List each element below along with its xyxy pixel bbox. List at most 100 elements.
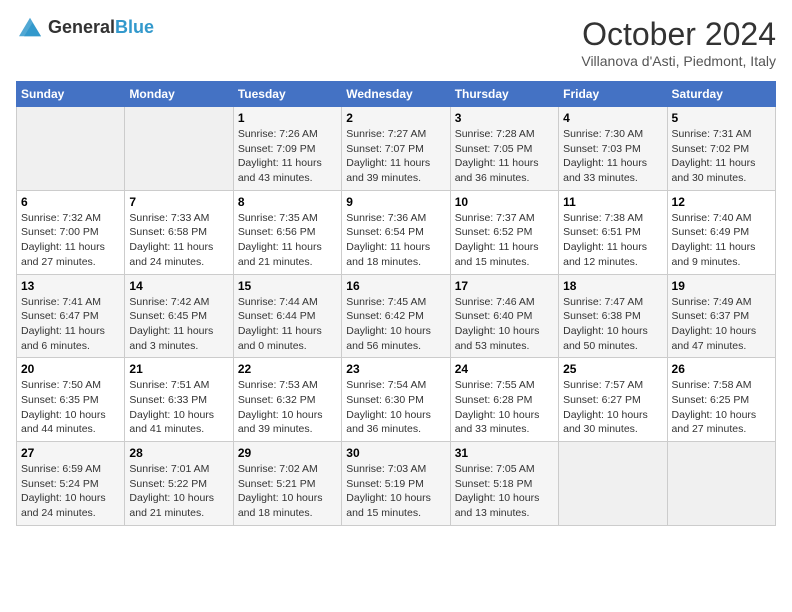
day-number: 2 [346, 111, 445, 125]
cell-text: Sunrise: 7:44 AMSunset: 6:44 PMDaylight:… [238, 296, 322, 352]
calendar-cell: 17 Sunrise: 7:46 AMSunset: 6:40 PMDayligh… [450, 274, 558, 358]
day-number: 12 [672, 195, 771, 209]
col-header-tuesday: Tuesday [233, 82, 341, 107]
day-number: 19 [672, 279, 771, 293]
header-row: SundayMondayTuesdayWednesdayThursdayFrid… [17, 82, 776, 107]
day-number: 15 [238, 279, 337, 293]
calendar-cell: 8 Sunrise: 7:35 AMSunset: 6:56 PMDaylight… [233, 190, 341, 274]
cell-text: Sunrise: 7:40 AMSunset: 6:49 PMDaylight:… [672, 212, 756, 268]
calendar-cell: 11 Sunrise: 7:38 AMSunset: 6:51 PMDayligh… [559, 190, 667, 274]
title-block: October 2024 Villanova d'Asti, Piedmont,… [581, 16, 776, 69]
cell-text: Sunrise: 7:53 AMSunset: 6:32 PMDaylight:… [238, 379, 323, 435]
calendar-cell: 15 Sunrise: 7:44 AMSunset: 6:44 PMDayligh… [233, 274, 341, 358]
day-number: 26 [672, 362, 771, 376]
day-number: 4 [563, 111, 662, 125]
calendar-cell: 27 Sunrise: 6:59 AMSunset: 5:24 PMDayligh… [17, 442, 125, 526]
cell-text: Sunrise: 7:49 AMSunset: 6:37 PMDaylight:… [672, 296, 757, 352]
day-number: 16 [346, 279, 445, 293]
day-number: 1 [238, 111, 337, 125]
day-number: 9 [346, 195, 445, 209]
day-number: 13 [21, 279, 120, 293]
calendar-cell: 7Sunrise: 7:33 AMSunset: 6:58 PMDaylight… [125, 190, 233, 274]
week-row-1: 1 Sunrise: 7:26 AMSunset: 7:09 PMDaylight… [17, 107, 776, 191]
week-row-4: 20Sunrise: 7:50 AMSunset: 6:35 PMDayligh… [17, 358, 776, 442]
cell-text: Sunrise: 7:37 AMSunset: 6:52 PMDaylight:… [455, 212, 539, 268]
cell-text: Sunrise: 7:27 AMSunset: 7:07 PMDaylight:… [346, 128, 430, 184]
day-number: 29 [238, 446, 337, 460]
cell-text: Sunrise: 7:28 AMSunset: 7:05 PMDaylight:… [455, 128, 539, 184]
calendar-cell: 10 Sunrise: 7:37 AMSunset: 6:52 PMDayligh… [450, 190, 558, 274]
logo-icon [16, 16, 44, 38]
col-header-saturday: Saturday [667, 82, 775, 107]
cell-text: Sunrise: 7:47 AMSunset: 6:38 PMDaylight:… [563, 296, 648, 352]
col-header-friday: Friday [559, 82, 667, 107]
calendar-cell [559, 442, 667, 526]
day-number: 5 [672, 111, 771, 125]
day-number: 3 [455, 111, 554, 125]
cell-text: Sunrise: 7:36 AMSunset: 6:54 PMDaylight:… [346, 212, 430, 268]
calendar-cell: 2 Sunrise: 7:27 AMSunset: 7:07 PMDaylight… [342, 107, 450, 191]
day-number: 6 [21, 195, 120, 209]
cell-text: Sunrise: 7:26 AMSunset: 7:09 PMDaylight:… [238, 128, 322, 184]
day-number: 27 [21, 446, 120, 460]
calendar-cell [667, 442, 775, 526]
calendar-cell: 13Sunrise: 7:41 AMSunset: 6:47 PMDayligh… [17, 274, 125, 358]
calendar-cell: 19 Sunrise: 7:49 AMSunset: 6:37 PMDayligh… [667, 274, 775, 358]
cell-text: Sunrise: 7:32 AMSunset: 7:00 PMDaylight:… [21, 212, 105, 268]
col-header-thursday: Thursday [450, 82, 558, 107]
calendar-cell: 30Sunrise: 7:03 AMSunset: 5:19 PMDayligh… [342, 442, 450, 526]
week-row-2: 6 Sunrise: 7:32 AMSunset: 7:00 PMDaylight… [17, 190, 776, 274]
col-header-wednesday: Wednesday [342, 82, 450, 107]
day-number: 8 [238, 195, 337, 209]
cell-text: Sunrise: 6:59 AMSunset: 5:24 PMDaylight:… [21, 463, 106, 519]
day-number: 10 [455, 195, 554, 209]
day-number: 23 [346, 362, 445, 376]
calendar-table: SundayMondayTuesdayWednesdayThursdayFrid… [16, 81, 776, 526]
day-number: 11 [563, 195, 662, 209]
cell-text: Sunrise: 7:31 AMSunset: 7:02 PMDaylight:… [672, 128, 756, 184]
cell-text: Sunrise: 7:02 AMSunset: 5:21 PMDaylight:… [238, 463, 323, 519]
day-number: 17 [455, 279, 554, 293]
calendar-cell: 9 Sunrise: 7:36 AMSunset: 6:54 PMDaylight… [342, 190, 450, 274]
calendar-cell: 18Sunrise: 7:47 AMSunset: 6:38 PMDayligh… [559, 274, 667, 358]
calendar-cell: 26Sunrise: 7:58 AMSunset: 6:25 PMDayligh… [667, 358, 775, 442]
day-number: 7 [129, 195, 228, 209]
calendar-cell: 12 Sunrise: 7:40 AMSunset: 6:49 PMDayligh… [667, 190, 775, 274]
calendar-cell: 21 Sunrise: 7:51 AMSunset: 6:33 PMDayligh… [125, 358, 233, 442]
cell-text: Sunrise: 7:01 AMSunset: 5:22 PMDaylight:… [129, 463, 214, 519]
calendar-cell: 14 Sunrise: 7:42 AMSunset: 6:45 PMDayligh… [125, 274, 233, 358]
calendar-cell: 23 Sunrise: 7:54 AMSunset: 6:30 PMDayligh… [342, 358, 450, 442]
cell-text: Sunrise: 7:46 AMSunset: 6:40 PMDaylight:… [455, 296, 540, 352]
calendar-cell: 20Sunrise: 7:50 AMSunset: 6:35 PMDayligh… [17, 358, 125, 442]
calendar-cell: 6 Sunrise: 7:32 AMSunset: 7:00 PMDaylight… [17, 190, 125, 274]
col-header-sunday: Sunday [17, 82, 125, 107]
cell-text: Sunrise: 7:51 AMSunset: 6:33 PMDaylight:… [129, 379, 214, 435]
cell-text: Sunrise: 7:54 AMSunset: 6:30 PMDaylight:… [346, 379, 431, 435]
cell-text: Sunrise: 7:55 AMSunset: 6:28 PMDaylight:… [455, 379, 540, 435]
day-number: 14 [129, 279, 228, 293]
calendar-cell [125, 107, 233, 191]
calendar-cell: 22 Sunrise: 7:53 AMSunset: 6:32 PMDayligh… [233, 358, 341, 442]
day-number: 25 [563, 362, 662, 376]
day-number: 31 [455, 446, 554, 460]
cell-text: Sunrise: 7:57 AMSunset: 6:27 PMDaylight:… [563, 379, 648, 435]
cell-text: Sunrise: 7:38 AMSunset: 6:51 PMDaylight:… [563, 212, 647, 268]
col-header-monday: Monday [125, 82, 233, 107]
calendar-cell: 29 Sunrise: 7:02 AMSunset: 5:21 PMDayligh… [233, 442, 341, 526]
cell-text: Sunrise: 7:35 AMSunset: 6:56 PMDaylight:… [238, 212, 322, 268]
day-number: 22 [238, 362, 337, 376]
logo-blue: Blue [115, 17, 154, 37]
logo: GeneralBlue [16, 16, 154, 38]
week-row-5: 27 Sunrise: 6:59 AMSunset: 5:24 PMDayligh… [17, 442, 776, 526]
day-number: 28 [129, 446, 228, 460]
cell-text: Sunrise: 7:42 AMSunset: 6:45 PMDaylight:… [129, 296, 213, 352]
cell-text: Sunrise: 7:05 AMSunset: 5:18 PMDaylight:… [455, 463, 540, 519]
day-number: 21 [129, 362, 228, 376]
cell-text: Sunrise: 7:03 AMSunset: 5:19 PMDaylight:… [346, 463, 431, 519]
calendar-cell: 16Sunrise: 7:45 AMSunset: 6:42 PMDayligh… [342, 274, 450, 358]
week-row-3: 13Sunrise: 7:41 AMSunset: 6:47 PMDayligh… [17, 274, 776, 358]
calendar-cell [17, 107, 125, 191]
cell-text: Sunrise: 7:30 AMSunset: 7:03 PMDaylight:… [563, 128, 647, 184]
day-number: 20 [21, 362, 120, 376]
calendar-cell: 4 Sunrise: 7:30 AMSunset: 7:03 PMDaylight… [559, 107, 667, 191]
